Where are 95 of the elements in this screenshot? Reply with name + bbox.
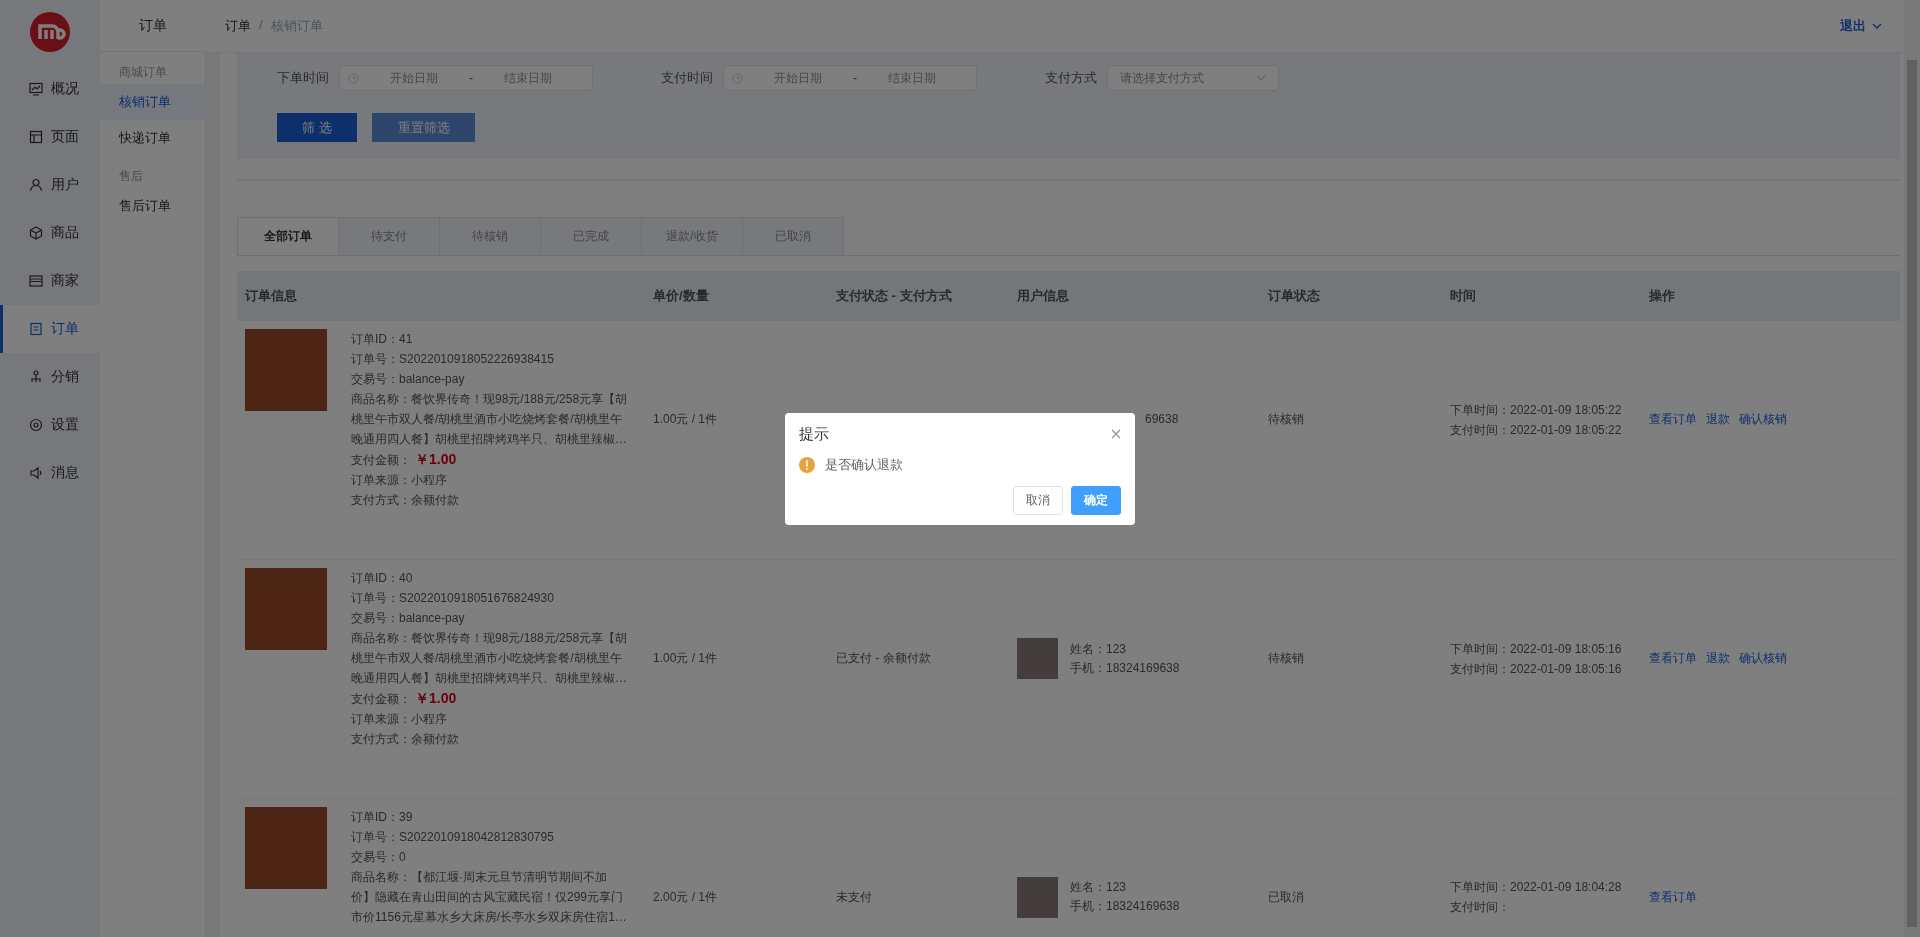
- order-detail: 商品名称：餐饮界传奇！现98元/188元/258元享【胡桃里午市双人餐/胡桃里酒市小吃烧烤套餐/胡桃里午晚通用四人餐】胡桃里招牌烤鸡半只、胡桃里辣椒…: [351, 630, 629, 687]
- logout-menu[interactable]: 退出: [1840, 17, 1882, 35]
- table-cell: 2.00元 / 1件: [653, 889, 718, 904]
- order-detail: 订单ID：40: [351, 570, 414, 587]
- page-icon: [29, 130, 43, 144]
- warning-icon: [799, 456, 815, 473]
- time-text: 下单时间：2022-01-09 18:04:28: [1450, 879, 1623, 896]
- table-cell: 已取消: [1268, 889, 1304, 904]
- sidebar-item[interactable]: 分销: [0, 353, 100, 401]
- cancel-button[interactable]: 取消: [1013, 485, 1063, 515]
- column-header: 订单信息: [245, 287, 298, 305]
- column-header: 操作: [1649, 287, 1676, 305]
- filter-label: 下单时间: [277, 69, 329, 87]
- avatar-placeholder: [1017, 638, 1058, 679]
- chevron-down-icon: [1256, 75, 1266, 81]
- action-link[interactable]: 确认核销: [1739, 650, 1787, 667]
- table-cell: 待核销: [1268, 412, 1304, 426]
- sidebar-item[interactable]: 用户: [0, 161, 100, 209]
- chevron-down-icon: [1872, 23, 1882, 29]
- action-link[interactable]: 确认核销: [1739, 411, 1787, 428]
- clock-icon: [348, 72, 359, 84]
- time-text: 支付时间：: [1450, 899, 1511, 916]
- logo-icon: [30, 12, 70, 52]
- reset-button[interactable]: 重置筛选: [372, 113, 475, 142]
- order-detail: 订单号：S2022010918042812830795: [351, 829, 555, 846]
- sidebar-item[interactable]: 消息: [0, 449, 100, 497]
- filter-button[interactable]: 筛 选: [277, 113, 357, 142]
- sidebar-item[interactable]: 页面: [0, 113, 100, 161]
- time-text: 下单时间：2022-01-09 18:05:22: [1450, 401, 1623, 419]
- network-icon: [29, 370, 43, 384]
- sidebar-item[interactable]: 概况: [0, 65, 100, 113]
- user-name: 姓名：123: [1070, 640, 1128, 658]
- order-detail: 交易号：balance-pay: [351, 610, 466, 627]
- breadcrumb-link[interactable]: 订单: [225, 17, 251, 35]
- confirm-button[interactable]: 确定: [1071, 485, 1121, 515]
- order-detail: 商品名称：餐饮界传奇！现98元/188元/258元享【胡桃里午市双人餐/胡桃里酒市小吃烧烤套餐/胡桃里午晚通用四人餐】胡桃里招牌烤鸡半只、胡桃里辣椒…: [351, 391, 629, 448]
- time-text: 支付时间：2022-01-09 18:05:22: [1450, 421, 1623, 439]
- table-cell: 已支付 - 余额付款: [836, 651, 931, 665]
- time-text: 下单时间：2022-01-09 18:05:16: [1450, 640, 1623, 658]
- user-phone: 手机：18324169638: [1070, 659, 1180, 677]
- subnav-item[interactable]: 快递订单: [100, 120, 205, 156]
- order-detail: 订单来源：小程序: [351, 711, 448, 728]
- sidebar-item[interactable]: 商品: [0, 209, 100, 257]
- order-detail: 支付金额： ￥1.00: [351, 450, 458, 469]
- shop-icon: [29, 274, 43, 288]
- breadcrumb-separator: /: [259, 17, 263, 34]
- action-link[interactable]: 查看订单: [1649, 411, 1697, 428]
- dialog-message: 是否确认退款: [825, 455, 903, 474]
- table-cell: 1.00元 / 1件: [653, 412, 718, 426]
- user-phone: 手机：18324169638: [1070, 898, 1180, 915]
- table-cell: 未支付: [836, 889, 872, 904]
- subnav-item[interactable]: 售后订单: [100, 188, 205, 224]
- order-detail: 交易号：0: [351, 849, 407, 866]
- time-text: 支付时间：2022-01-09 18:05:16: [1450, 660, 1623, 678]
- sidebar-item[interactable]: 设置: [0, 401, 100, 449]
- order-detail: 订单ID：41: [351, 331, 414, 348]
- order-detail: 订单号：S2022010918051676824930: [351, 590, 555, 607]
- action-link[interactable]: 查看订单: [1649, 888, 1697, 906]
- user-name: 姓名：123: [1070, 879, 1128, 896]
- action-link[interactable]: 退款: [1706, 650, 1730, 667]
- order-detail: 交易号：balance-pay: [351, 371, 466, 388]
- order-detail: 订单ID：39: [351, 809, 414, 826]
- filter-label: 支付方式: [1045, 69, 1097, 87]
- sidebar-item[interactable]: 商家: [0, 257, 100, 305]
- order-detail: 支付金额： ￥1.00: [351, 689, 458, 708]
- cube-icon: [29, 226, 43, 240]
- order-detail: 订单来源：小程序: [351, 472, 448, 489]
- action-link[interactable]: 查看订单: [1649, 650, 1697, 667]
- action-link[interactable]: 退款: [1706, 411, 1730, 428]
- table-cell: 待核销: [1268, 651, 1304, 665]
- column-header: 用户信息: [1017, 287, 1070, 305]
- avatar-placeholder: [1017, 876, 1058, 918]
- column-header: 订单状态: [1268, 287, 1321, 305]
- column-header: 支付状态 - 支付方式: [836, 287, 953, 305]
- speaker-icon: [29, 466, 43, 480]
- chart-icon: [29, 82, 43, 96]
- order-detail: 支付方式：余额付款: [351, 731, 460, 748]
- table-cell: 1.00元 / 1件: [653, 651, 718, 665]
- subnav-item[interactable]: 核销订单: [100, 84, 205, 120]
- column-header: 单价/数量: [653, 287, 710, 305]
- user-phone: 69638: [1145, 411, 1179, 428]
- order-detail: 支付方式：余额付款: [351, 492, 460, 509]
- order-detail: 商品名称：【都江堰·周末元旦节清明节期间不加价】隐藏在青山田间的古风宝藏民宿！仅299元享门市价1156元星幕水乡大床房/长亭水乡双床房住宿1…: [351, 869, 628, 926]
- scrollbar[interactable]: [1904, 0, 1920, 937]
- user-icon: [29, 178, 43, 192]
- column-header: 时间: [1450, 287, 1477, 305]
- dialog-title: 提示: [799, 424, 829, 444]
- order-detail: 订单号：S2022010918052226938415: [351, 351, 555, 368]
- sidebar-item[interactable]: 订单: [0, 305, 100, 353]
- settings-icon: [29, 418, 43, 432]
- document-icon: [29, 322, 43, 336]
- close-icon[interactable]: [1111, 429, 1121, 439]
- clock-icon: [732, 72, 743, 84]
- order-tab[interactable]: 全部订单: [237, 217, 339, 255]
- filter-label: 支付时间: [661, 69, 713, 87]
